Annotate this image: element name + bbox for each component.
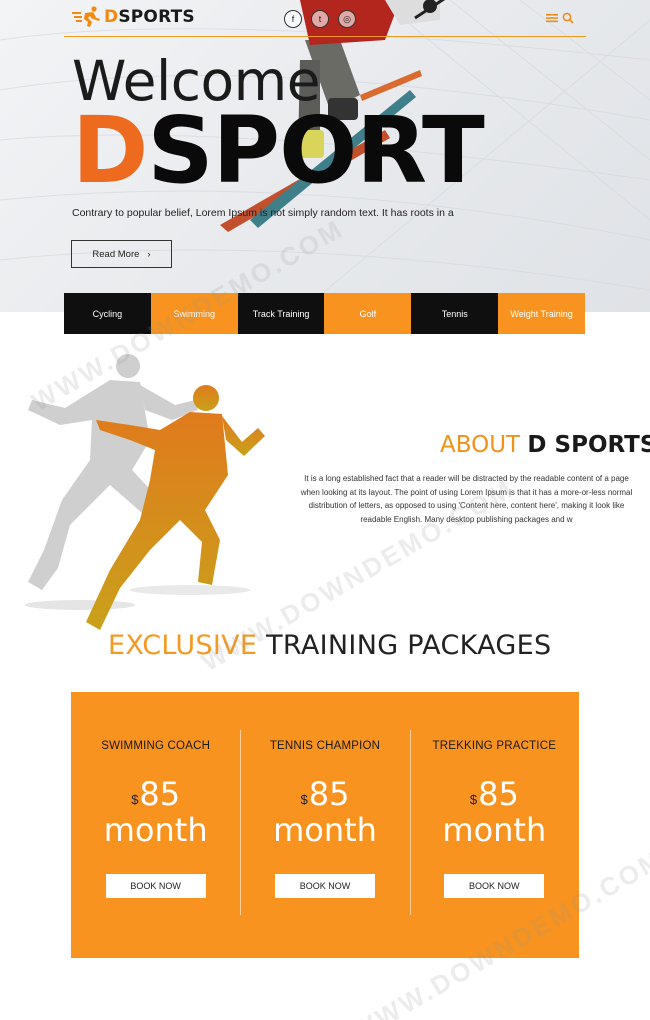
hero-title-rest: SPORT — [147, 97, 484, 204]
hero-title-d: D — [72, 97, 148, 204]
package-name: TENNIS CHAMPION — [269, 740, 381, 752]
hero-section: DSPORTS f t ◎ Welcome DSPORT Contrary to… — [0, 0, 650, 312]
packages-title-highlight: EXCLUSIVE — [108, 630, 258, 661]
package-price: $ 85 — [301, 778, 350, 810]
read-more-button[interactable]: Read More › — [71, 240, 172, 268]
book-now-button[interactable]: BOOK NOW — [105, 874, 206, 898]
package-amount: 85 — [308, 775, 350, 813]
about-line: distribution of letters, as opposed to u… — [308, 501, 625, 510]
logo[interactable]: DSPORTS — [72, 6, 195, 28]
package-amount: 85 — [478, 775, 519, 813]
package-card-trekking: TREKKING PRACTICE $ 85 month BOOK NOW — [409, 692, 579, 958]
category-track-training[interactable]: Track Training — [237, 293, 325, 334]
package-currency: $ — [131, 792, 139, 807]
search-icon[interactable] — [562, 12, 574, 24]
package-price: $ 85 — [131, 778, 180, 810]
package-price: $ 85 — [470, 778, 519, 810]
facebook-icon[interactable]: f — [284, 10, 302, 28]
category-weight-training[interactable]: Weight Training — [498, 293, 585, 334]
social-links: f t ◎ — [284, 10, 356, 28]
hero-title: DSPORT — [72, 105, 485, 197]
package-currency: $ — [469, 792, 478, 807]
package-name: SWIMMING COACH — [101, 740, 211, 752]
logo-text: DSPORTS — [104, 7, 195, 27]
read-more-label: Read More — [92, 248, 140, 260]
twitter-icon[interactable]: t — [311, 10, 329, 28]
package-currency: $ — [300, 792, 308, 807]
header-tools — [546, 12, 574, 24]
category-golf[interactable]: Golf — [324, 293, 412, 334]
book-now-button[interactable]: BOOK NOW — [274, 874, 375, 898]
package-period: month — [103, 811, 208, 849]
category-cycling[interactable]: Cycling — [64, 293, 151, 334]
running-man-icon — [72, 6, 100, 27]
hero-description: Contrary to popular belief, Lorem Ipsum … — [72, 207, 454, 219]
about-line: when looking at its layout. The point of… — [300, 487, 633, 497]
about-title-highlight: ABOUT — [440, 432, 521, 458]
about-title-rest: D SPORTS — [527, 432, 650, 458]
sport-categories: Cycling Swimming Track Training Golf Ten… — [64, 293, 585, 334]
training-packages: SWIMMING COACH $ 85 month BOOK NOW TENNI… — [71, 692, 579, 958]
category-tennis[interactable]: Tennis — [411, 293, 499, 334]
package-card-swimming: SWIMMING COACH $ 85 month BOOK NOW — [71, 692, 240, 958]
about-line: readable English. Many desktop publishin… — [360, 514, 573, 524]
package-period: month — [442, 811, 547, 849]
packages-title: EXCLUSIVE TRAINING PACKAGES — [108, 630, 551, 661]
top-navigation-bar: DSPORTS f t ◎ — [64, 0, 586, 37]
instagram-icon[interactable]: ◎ — [338, 10, 356, 28]
menu-icon[interactable] — [546, 13, 558, 23]
about-line: It is a long established fact that a rea… — [304, 474, 629, 483]
category-swimming[interactable]: Swimming — [150, 293, 238, 334]
book-now-button[interactable]: BOOK NOW — [444, 874, 545, 898]
package-card-tennis: TENNIS CHAMPION $ 85 month BOOK NOW — [240, 692, 409, 958]
packages-title-rest: TRAINING PACKAGES — [266, 630, 552, 661]
about-title: ABOUT D SPORTS — [440, 432, 650, 458]
about-description: It is a long established fact that a rea… — [283, 472, 650, 526]
chevron-right-icon: › — [147, 248, 151, 260]
runners-illustration — [25, 354, 265, 630]
package-amount: 85 — [139, 775, 181, 813]
package-name: TREKKING PRACTICE — [432, 740, 557, 752]
package-period: month — [273, 811, 377, 849]
